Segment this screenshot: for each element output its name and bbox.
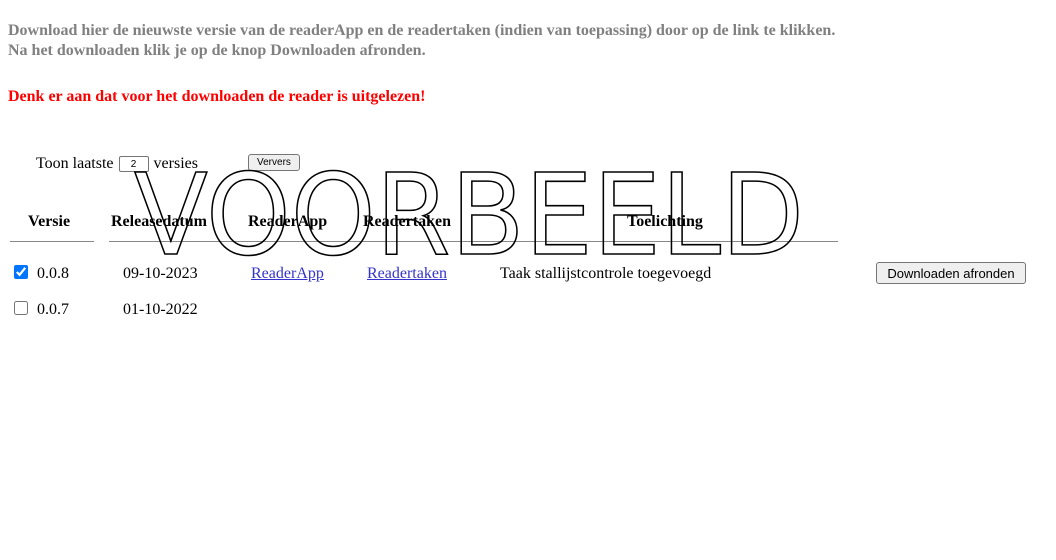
filter-suffix: versies (153, 155, 198, 172)
intro-line-2: Na het downloaden klik je op de knop Dow… (8, 42, 426, 59)
readertaken-link[interactable]: Readertaken (367, 265, 447, 282)
row-select-checkbox[interactable] (14, 301, 28, 315)
header-version: Versie (28, 213, 71, 230)
header-underline-rest (109, 241, 838, 242)
voorbeeld-watermark: VOORBEELD (134, 154, 805, 274)
watermark-text: VOORBEELD (134, 154, 804, 274)
version-number: 0.0.7 (37, 301, 69, 318)
warning-text: Denk er aan dat voor het downloaden de r… (8, 88, 426, 105)
header-underline-version (10, 241, 94, 242)
version-count-input[interactable] (118, 156, 149, 172)
version-number: 0.0.8 (37, 265, 69, 282)
release-date: 09-10-2023 (123, 265, 198, 282)
intro-text: Download hier de nieuwste versie van de … (8, 21, 835, 61)
release-date: 01-10-2022 (123, 301, 198, 318)
header-readertaken: Readertaken (363, 213, 451, 230)
intro-line-1: Download hier de nieuwste versie van de … (8, 22, 836, 39)
version-filter: Toon laatste versies (36, 154, 198, 174)
header-toelichting: Toelichting (627, 213, 703, 230)
readerapp-link[interactable]: ReaderApp (251, 265, 324, 282)
refresh-button[interactable]: Ververs (248, 154, 300, 171)
row-select-checkbox[interactable] (14, 265, 28, 279)
finish-download-button[interactable]: Downloaden afronden (876, 262, 1026, 284)
readerapp-cell: ReaderApp (251, 264, 324, 284)
filter-prefix: Toon laatste (36, 155, 114, 172)
header-readerapp: ReaderApp (248, 213, 328, 230)
readertaken-cell: Readertaken (367, 264, 447, 284)
release-note: Taak stallijstcontrole toegevoegd (500, 265, 712, 282)
download-page: Download hier de nieuwste versie van de … (0, 0, 1056, 560)
header-release-date: Releasedatum (111, 213, 207, 230)
